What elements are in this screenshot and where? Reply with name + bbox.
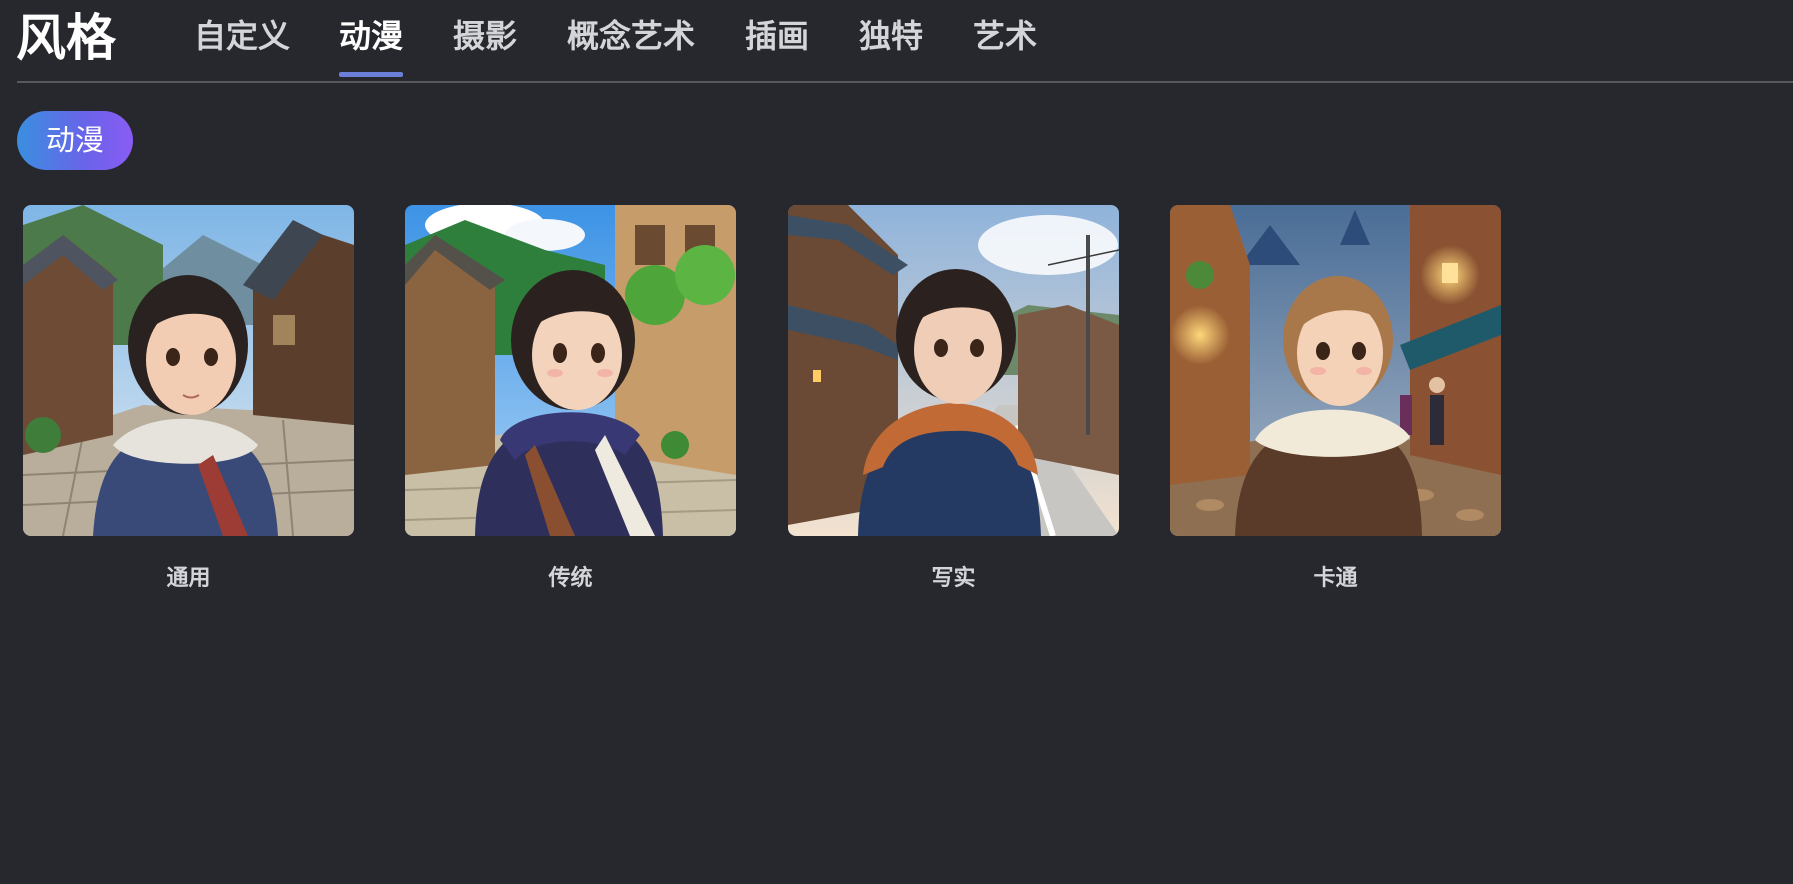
style-card-traditional[interactable]: 传统 (405, 205, 736, 594)
style-card-general[interactable]: 通用 (23, 205, 354, 594)
tab-custom[interactable]: 自定义 (194, 14, 290, 58)
style-thumbnail[interactable] (23, 205, 354, 536)
tab-photography[interactable]: 摄影 (453, 14, 517, 58)
style-thumbnail[interactable] (405, 205, 736, 536)
thumbnail-image (788, 205, 1119, 536)
style-label: 写实 (931, 566, 976, 591)
tab-art[interactable]: 艺术 (973, 14, 1037, 58)
style-thumbnail[interactable] (1170, 205, 1501, 536)
style-label: 通用 (166, 566, 211, 591)
style-tabs: 自定义 动漫 摄影 概念艺术 插画 独特 艺术 (0, 0, 1793, 80)
tab-illustration[interactable]: 插画 (745, 14, 809, 58)
category-pill[interactable]: 动漫 (17, 111, 133, 170)
style-picker-page: 风格 自定义 动漫 摄影 概念艺术 插画 独特 艺术 动漫 通用 传统 写实 卡… (0, 0, 1793, 884)
tab-anime[interactable]: 动漫 (339, 14, 403, 58)
style-label: 卡通 (1313, 566, 1358, 591)
tab-concept-art[interactable]: 概念艺术 (567, 14, 695, 58)
active-tab-indicator (339, 72, 403, 77)
tab-unique[interactable]: 独特 (859, 14, 923, 58)
style-label: 传统 (548, 566, 593, 591)
thumbnail-image (1170, 205, 1501, 536)
style-card-realistic[interactable]: 写实 (788, 205, 1119, 594)
style-card-cartoon[interactable]: 卡通 (1170, 205, 1501, 594)
header-divider (17, 81, 1793, 83)
thumbnail-image (405, 205, 736, 536)
style-thumbnail[interactable] (788, 205, 1119, 536)
thumbnail-image (23, 205, 354, 536)
